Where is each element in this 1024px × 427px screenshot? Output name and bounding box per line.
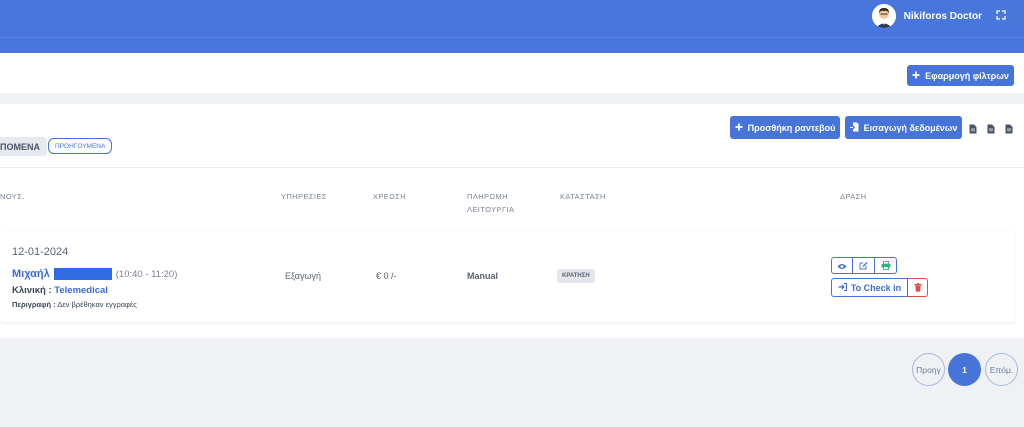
add-appointment-label: Προσθήκη ραντεβού: [747, 122, 836, 133]
description-value: Δεν βρέθηκαν εγγραφές: [57, 300, 137, 309]
sign-in-icon: [838, 282, 847, 293]
tab-past[interactable]: ΠΡΟΗΓΟΥΜΕΝΑ: [48, 138, 113, 154]
import-data-label: Εισαγωγή δεδομένων: [863, 122, 958, 133]
document-icon[interactable]: [1005, 121, 1014, 134]
print-button[interactable]: [875, 257, 897, 274]
redacted-block: [53, 268, 112, 280]
appointment-time: (10:40 - 11:20): [115, 268, 178, 280]
plus-icon: [735, 123, 743, 133]
pagination-prev[interactable]: Προηγ: [912, 353, 945, 386]
appointment-date: 12-01-2024: [12, 246, 69, 258]
patient-info: Μιχαήλ (10:40 - 11:20): [12, 268, 177, 280]
edit-icon: [859, 257, 868, 275]
edit-button[interactable]: [853, 257, 875, 274]
tab-upcoming[interactable]: ΠΟΜΕΝΑ: [0, 137, 47, 156]
doctor-avatar-icon[interactable]: [871, 4, 896, 28]
navbar-divider: [0, 37, 1024, 38]
user-name[interactable]: Nikiforos Doctor: [904, 11, 982, 22]
top-navbar: Nikiforos Doctor: [0, 0, 1024, 53]
view-button[interactable]: [831, 257, 853, 274]
filter-panel: Εφαρμογή φίλτρων: [0, 53, 1024, 93]
eye-icon: [837, 257, 847, 275]
status-badge: ΚΡΑΤΗΣΗ: [557, 269, 595, 283]
file-import-icon: [849, 122, 859, 134]
apply-filters-label: Εφαρμογή φίλτρων: [925, 70, 1009, 81]
clinic-label: Κλινική :: [12, 285, 52, 296]
trash-icon: [914, 279, 922, 297]
column-header-payment-line2: ΛΕΙΤΟΥΡΓΙΑ: [467, 205, 515, 214]
column-header-patient: ΝΟΥΣ.: [0, 192, 25, 201]
document-icon[interactable]: [987, 121, 996, 134]
clinic-line: Κλινική : Telemedical: [12, 285, 108, 296]
charge-cell: € 0 /-: [376, 271, 397, 281]
row-actions-top: [831, 257, 897, 274]
column-header-status: ΚΑΤΑΣΤΑΣΗ: [560, 192, 606, 201]
section-divider: [0, 167, 1024, 168]
description-line: Περιγραφή : Δεν βρέθηκαν εγγραφές: [12, 300, 137, 309]
column-header-services: ΥΠΗΡΕΣΙΕΣ: [281, 192, 327, 201]
plus-icon: [912, 71, 920, 81]
delete-button[interactable]: [908, 278, 928, 297]
column-header-action: ΔΡΑΣΗ: [840, 192, 867, 201]
pagination-next[interactable]: Επόμ.: [985, 353, 1018, 386]
apply-filters-button[interactable]: Εφαρμογή φίλτρων: [907, 65, 1014, 86]
appointment-row: 12-01-2024 Μιχαήλ (10:40 - 11:20) Κλινικ…: [0, 232, 1014, 322]
column-header-payment-line1: ΠΛΗΡΩΜΗ: [467, 192, 508, 201]
check-in-button[interactable]: To Check in: [831, 278, 908, 297]
print-icon: [881, 257, 891, 275]
fullscreen-icon[interactable]: [996, 9, 1006, 23]
service-cell: Εξαγωγή: [285, 271, 322, 281]
payment-cell: Manual: [467, 271, 499, 281]
pagination-current-page[interactable]: 1: [948, 353, 981, 386]
document-icon[interactable]: [969, 121, 978, 134]
check-in-label: To Check in: [850, 282, 902, 293]
column-header-payment: ΠΛΗΡΩΜΗ ΛΕΙΤΟΥΡΓΙΑ: [467, 190, 514, 216]
add-appointment-button[interactable]: Προσθήκη ραντεβού: [730, 116, 840, 139]
import-data-button[interactable]: Εισαγωγή δεδομένων: [845, 116, 962, 139]
user-menu[interactable]: Nikiforos Doctor: [871, 2, 1006, 30]
patient-name[interactable]: Μιχαήλ: [12, 268, 50, 280]
column-header-charge: ΧΡΕΩΣΗ: [373, 192, 407, 201]
row-actions-bottom: To Check in: [831, 278, 928, 297]
clinic-value: Telemedical: [54, 285, 108, 296]
description-label: Περιγραφή :: [12, 300, 56, 309]
